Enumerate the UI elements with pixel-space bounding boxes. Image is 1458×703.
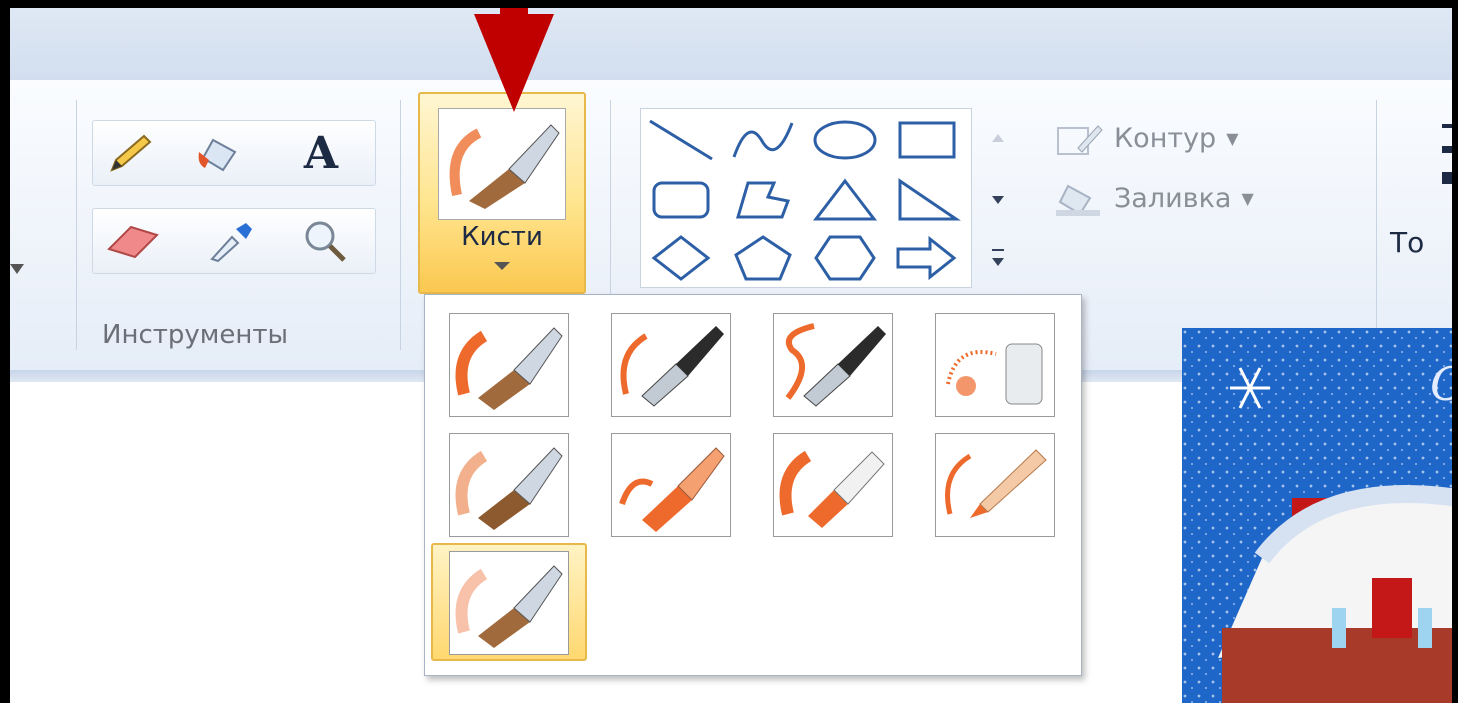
thickness-line-icon — [1442, 172, 1452, 184]
triangle-icon — [812, 178, 878, 221]
magnifier-tool-button[interactable] — [294, 212, 356, 270]
brush-icon — [449, 124, 560, 209]
color-picker-tool-button[interactable] — [200, 212, 262, 270]
outline-brush-icon — [1057, 125, 1103, 155]
rounded-rectangle-icon — [652, 181, 710, 219]
shape-right-triangle[interactable] — [887, 171, 967, 229]
calligraphy-brush-1-icon — [620, 326, 724, 407]
christmas-card-image: C — [1182, 328, 1458, 703]
fill-label: Заливка — [1114, 182, 1232, 214]
eraser-icon — [107, 225, 159, 259]
diamond-icon — [651, 235, 711, 281]
shape-hexagon[interactable] — [805, 229, 885, 287]
shape-oval[interactable] — [805, 111, 885, 169]
brush-option-frame — [449, 551, 569, 655]
line-icon — [649, 119, 713, 161]
tools-group-label: Инструменты — [102, 320, 289, 350]
watercolor-brush-icon — [455, 565, 563, 648]
brush-icon — [455, 327, 563, 410]
pointer-arrow-icon — [474, 8, 554, 112]
brush-option[interactable] — [611, 313, 731, 417]
fill-button[interactable]: Заливка ▼ — [1054, 178, 1254, 218]
fill-bucket-icon — [1056, 184, 1100, 216]
shape-rectangle[interactable] — [887, 111, 967, 169]
separator — [76, 100, 77, 350]
shape-pentagon[interactable] — [723, 229, 803, 287]
chevron-down-icon: ▼ — [1226, 128, 1239, 148]
brush-option[interactable] — [449, 313, 569, 417]
paint-window: A Инструменты Кисти Контур ▼ Заливка ▼ Т… — [0, 0, 1458, 703]
brush-option[interactable] — [449, 433, 569, 537]
arrow-right-icon — [896, 235, 957, 281]
pencil-icon — [110, 134, 152, 172]
shapes-scrollbar[interactable] — [972, 108, 1024, 286]
shape-line[interactable] — [641, 111, 721, 169]
thickness-line-icon — [1442, 146, 1452, 153]
natural-pencil-icon — [945, 449, 1047, 518]
brush-option-selected[interactable] — [431, 543, 587, 661]
polygon-icon — [735, 181, 791, 219]
separator — [1376, 100, 1377, 350]
marker-icon — [779, 450, 885, 528]
chevron-down-icon — [494, 262, 510, 270]
magnifier-icon — [305, 221, 346, 262]
pencil-tool-button[interactable] — [100, 124, 162, 182]
thickness-button[interactable] — [1438, 118, 1452, 198]
oil-brush-icon — [455, 447, 563, 530]
scroll-up-icon[interactable] — [990, 132, 1006, 144]
oval-icon — [813, 120, 877, 160]
svg-text:C: C — [1430, 357, 1458, 411]
separator — [400, 100, 401, 350]
color-picker-icon — [210, 223, 252, 263]
expand-gallery-icon[interactable] — [990, 248, 1006, 268]
rectangle-icon — [898, 121, 956, 159]
shape-triangle[interactable] — [805, 171, 885, 229]
shape-polygon[interactable] — [723, 171, 803, 229]
brush-option[interactable] — [773, 433, 893, 537]
brush-option[interactable] — [611, 433, 731, 537]
chevron-down-icon: ▼ — [1241, 188, 1254, 208]
brush-option[interactable] — [773, 313, 893, 417]
brushes-button[interactable]: Кисти — [418, 92, 586, 294]
dropdown-arrow-icon[interactable] — [10, 260, 32, 280]
fill-tool-button[interactable] — [192, 124, 254, 182]
shape-curve[interactable] — [723, 111, 803, 169]
right-triangle-icon — [898, 178, 961, 221]
brushes-label: Кисти — [461, 222, 543, 252]
title-bar — [10, 8, 1452, 80]
shape-diamond[interactable] — [641, 229, 721, 287]
brushes-dropdown — [424, 294, 1082, 676]
brush-preview — [438, 108, 566, 220]
thickness-line-icon — [1442, 124, 1452, 128]
pentagon-icon — [734, 235, 792, 281]
fill-bucket-icon — [198, 138, 237, 172]
text-icon: A — [303, 127, 339, 179]
airbrush-icon — [946, 343, 1043, 405]
outline-button[interactable]: Контур ▼ — [1054, 118, 1239, 158]
eraser-tool-button[interactable] — [102, 212, 164, 270]
shapes-gallery — [640, 108, 972, 288]
brush-option[interactable] — [935, 433, 1055, 537]
scroll-down-icon[interactable] — [990, 194, 1006, 206]
outline-label: Контур — [1114, 122, 1217, 154]
shape-arrow-right[interactable] — [887, 229, 967, 287]
hexagon-icon — [814, 235, 876, 281]
curve-icon — [732, 122, 794, 158]
thickness-label: То — [1390, 226, 1425, 259]
crayon-icon — [619, 447, 725, 532]
text-tool-button[interactable]: A — [290, 124, 352, 182]
shape-rounded-rectangle[interactable] — [641, 171, 721, 229]
calligraphy-brush-2-icon — [785, 323, 886, 407]
brush-option[interactable] — [935, 313, 1055, 417]
